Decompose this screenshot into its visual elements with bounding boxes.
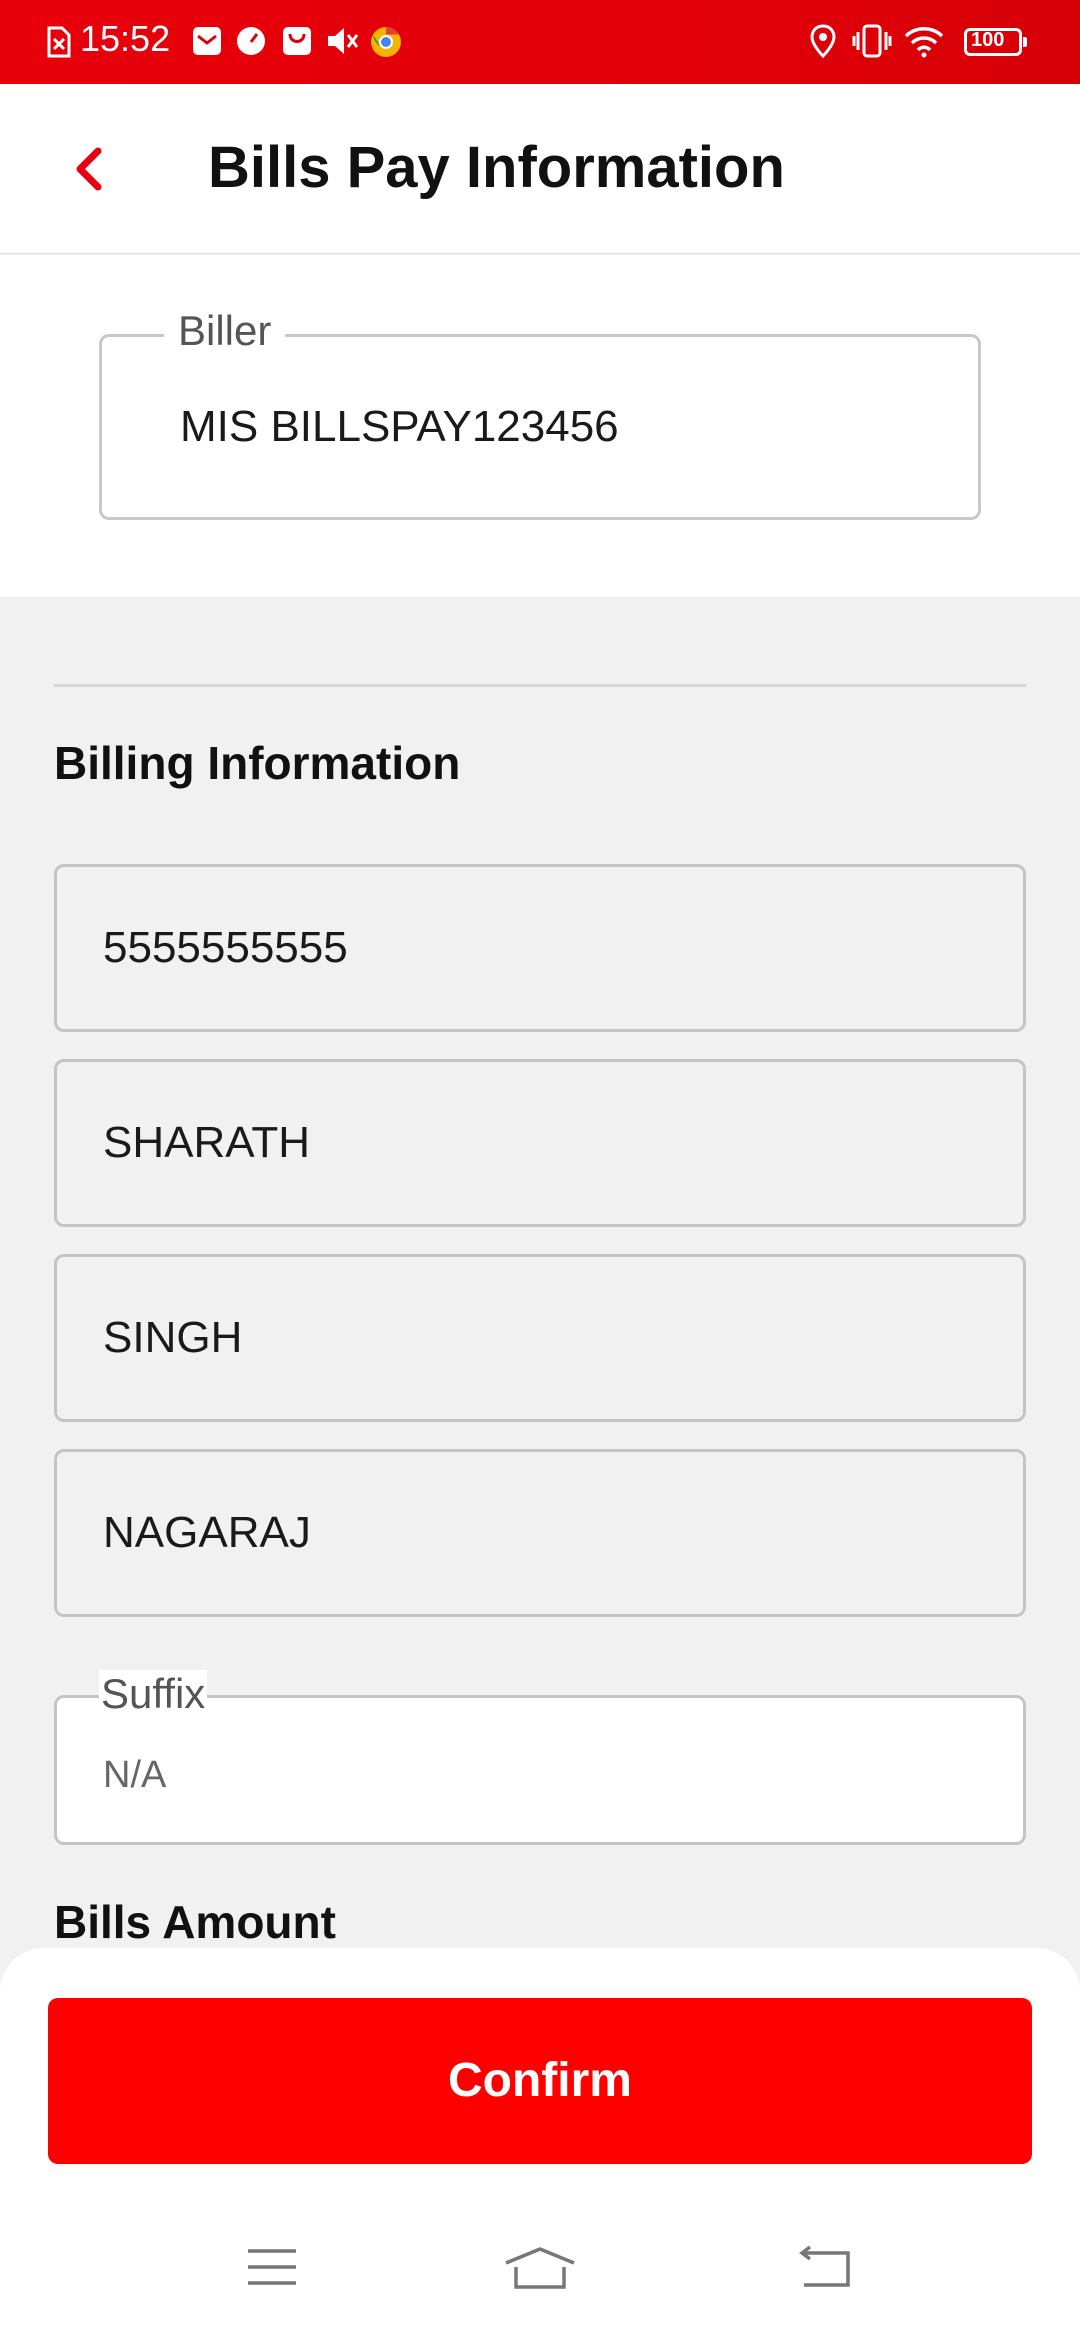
shopping-bag-icon — [283, 27, 311, 55]
biller-card: Biller MIS BILLSPAY123456 — [0, 255, 1080, 597]
last-name-field[interactable]: NAGARAJ — [54, 1449, 1026, 1617]
clock: 15:52 — [80, 18, 171, 59]
section-divider — [54, 684, 1026, 687]
chrome-icon — [371, 26, 401, 57]
biller-label: Biller — [164, 307, 286, 355]
battery-level: 100 — [971, 29, 1005, 51]
mute-icon — [328, 28, 359, 54]
mail-icon — [193, 27, 221, 55]
speedometer-icon — [237, 27, 265, 55]
first-name-value: SHARATH — [103, 1118, 310, 1167]
status-bar: 15:52 100 — [0, 0, 1080, 84]
suffix-label: Suffix — [99, 1670, 208, 1718]
last-name-value: NAGARAJ — [103, 1508, 311, 1557]
billing-information-heading: Billing Information — [54, 737, 461, 789]
middle-name-field[interactable]: SINGH — [54, 1254, 1026, 1422]
wifi-icon — [904, 27, 944, 58]
battery-icon: 100 — [964, 28, 1027, 56]
account-number-field[interactable]: 5555555555 — [54, 864, 1026, 1032]
sim-blocked-icon — [47, 26, 71, 58]
chevron-left-icon[interactable] — [60, 139, 120, 199]
biller-field[interactable]: Biller MIS BILLSPAY123456 — [99, 307, 981, 520]
back-icon[interactable] — [796, 2245, 852, 2289]
home-icon[interactable] — [504, 2245, 576, 2293]
biller-value: MIS BILLSPAY123456 — [180, 402, 619, 451]
suffix-value: N/A — [103, 1754, 167, 1796]
suffix-field[interactable]: Suffix N/A — [54, 1670, 1026, 1845]
page-title: Bills Pay Information — [208, 135, 785, 200]
vibrate-icon — [852, 24, 892, 58]
bills-amount-heading: Bills Amount — [54, 1896, 336, 1948]
account-number-value: 5555555555 — [103, 923, 348, 972]
app-bar: Bills Pay Information — [0, 84, 1080, 254]
first-name-field[interactable]: SHARATH — [54, 1059, 1026, 1227]
confirm-button[interactable]: Confirm — [48, 1998, 1032, 2164]
middle-name-value: SINGH — [103, 1313, 243, 1362]
location-icon — [810, 24, 836, 58]
menu-icon[interactable] — [246, 2245, 298, 2289]
